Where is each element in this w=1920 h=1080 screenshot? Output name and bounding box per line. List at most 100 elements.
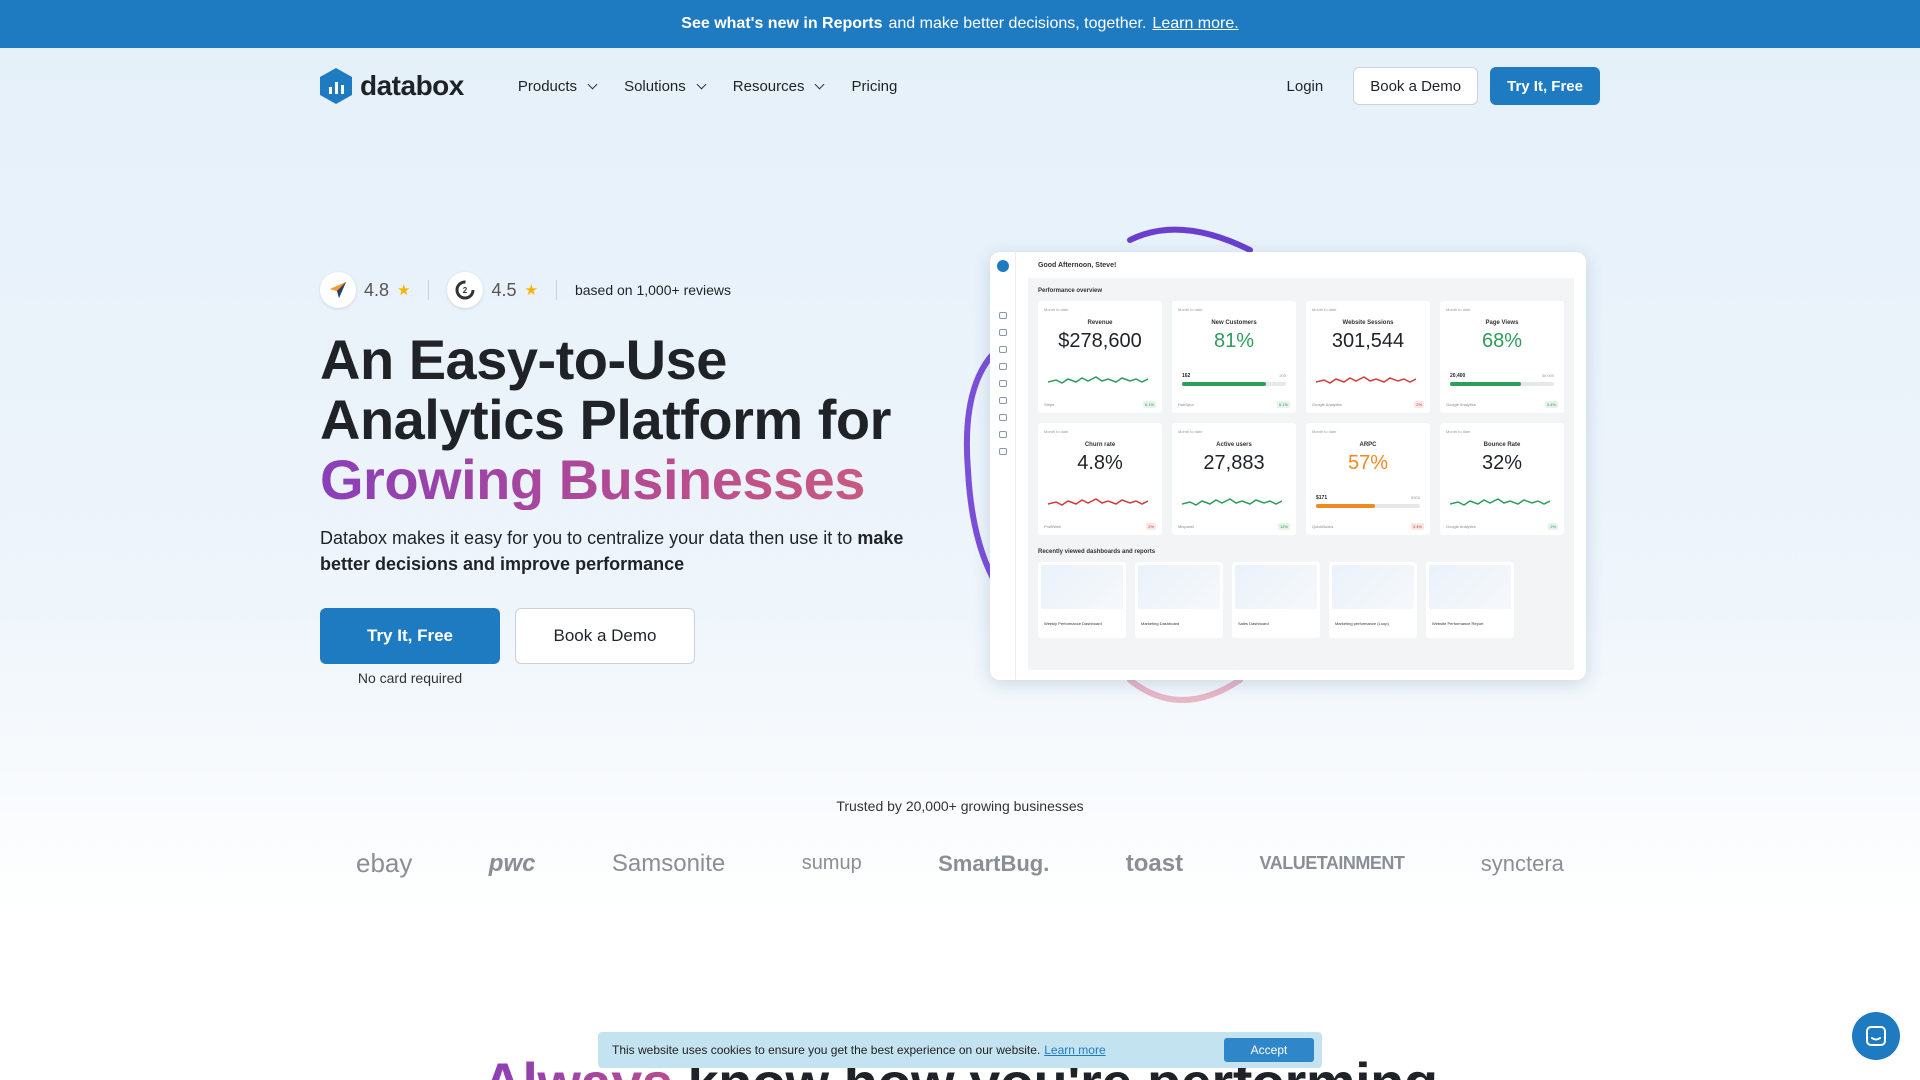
customer-logo-text: toast: [1125, 849, 1184, 877]
thumbnail-image: [1235, 565, 1317, 609]
dashboard-sidebar: [990, 252, 1016, 680]
databox-logo[interactable]: databox: [320, 68, 464, 104]
card-source: Stripe: [1044, 402, 1055, 407]
customer-logo-text: VALUETAINMENT: [1259, 853, 1405, 873]
metric-card[interactable]: Month to date Revenue $278,600 Stripe 6.…: [1038, 301, 1162, 413]
card-name: Active users: [1216, 442, 1252, 448]
menu-products[interactable]: Products: [518, 78, 598, 95]
recent-title: Recently viewed dashboards and reports: [1038, 549, 1156, 555]
metric-card[interactable]: Month to date Active users 27,883 Mixpan…: [1172, 423, 1296, 535]
main-menu: Products Solutions Resources Pricing: [518, 78, 897, 95]
goals-icon: [998, 380, 1007, 387]
card-value: $278,600: [1058, 330, 1142, 352]
nav-try-free-button[interactable]: Try It, Free: [1490, 67, 1600, 105]
dashboard-thumbnail[interactable]: Marketing Dashboard: [1135, 562, 1223, 638]
customer-logo-text: pwc: [488, 849, 536, 877]
card-change-badge: 6.1%: [1142, 401, 1156, 408]
customer-logo: Samsonite: [612, 850, 725, 878]
cookie-learn-more-link[interactable]: Learn more: [1044, 1043, 1105, 1057]
metric-card[interactable]: Month to date New Customers 81% 162 200 …: [1172, 301, 1296, 413]
sparkline: [1048, 376, 1148, 384]
customer-logo-text: ebay: [356, 848, 413, 878]
dashboard-thumbnail[interactable]: Weekly Performance Dashboard: [1038, 562, 1126, 638]
dashboard-thumbnail[interactable]: Sales Dashboard: [1232, 562, 1320, 638]
top-nav: databox Products Solutions Resources Pri…: [320, 66, 1600, 106]
metric-card[interactable]: Month to date ARPC 57% $171 $300 QuickBo…: [1306, 423, 1430, 535]
card-change-badge: 2%: [1414, 401, 1424, 408]
hero-subtitle-plain: Databox makes it easy for you to central…: [320, 528, 853, 548]
login-link[interactable]: Login: [1287, 78, 1324, 95]
metric-card[interactable]: Month to date Churn rate 4.8% ProfitWell…: [1038, 423, 1162, 535]
card-source: QuickBooks: [1312, 524, 1334, 529]
cookie-text: This website uses cookies to ensure you …: [612, 1043, 1041, 1057]
card-period: Month to date: [1044, 307, 1069, 312]
settings-icon: [998, 431, 1007, 438]
performance-overview-title: Performance overview: [1038, 288, 1103, 294]
card-period: Month to date: [1178, 307, 1203, 312]
card-period: Month to date: [1178, 429, 1203, 434]
svg-text:2: 2: [463, 286, 468, 295]
g2-icon: 2: [447, 272, 484, 308]
customer-logo: synctera: [1481, 851, 1564, 877]
menu-pricing[interactable]: Pricing: [851, 78, 897, 95]
sparkline: [1182, 498, 1282, 506]
chevron-down-icon: [696, 79, 707, 89]
card-source: HubSpot: [1178, 402, 1194, 407]
card-change-badge: 12%: [1277, 523, 1290, 530]
g2-rating: 2 4.5 ★: [447, 272, 538, 308]
metric-cards: Month to date Revenue $278,600 Stripe 6.…: [1038, 301, 1564, 535]
card-change-badge: 2%: [1548, 523, 1558, 530]
card-value: 81%: [1213, 330, 1255, 352]
menu-resources-label: Resources: [732, 77, 805, 95]
card-change-badge: 3.4%: [1410, 523, 1424, 530]
customer-logo-text: SmartBug.: [938, 850, 1050, 876]
card-source: Mixpanel: [1178, 524, 1195, 529]
chat-launcher-button[interactable]: [1852, 1012, 1900, 1060]
card-value: 27,883: [1203, 452, 1265, 474]
capterra-rating: 4.8 ★: [320, 272, 410, 308]
thumbnail-image: [1041, 565, 1123, 609]
home-icon: [998, 312, 1007, 319]
card-source: Google Analytics: [1446, 524, 1476, 529]
thumbnail-image: [1332, 565, 1414, 609]
capterra-icon: [320, 272, 356, 308]
chevron-down-icon: [815, 79, 825, 89]
promo-learn-more-link[interactable]: Learn more.: [1152, 15, 1238, 33]
card-name: ARPC: [1359, 442, 1377, 448]
cookie-accept-button[interactable]: Accept: [1224, 1038, 1314, 1062]
progress-bar: [1182, 382, 1286, 386]
menu-resources[interactable]: Resources: [732, 77, 825, 95]
thumbnail-image: [1429, 565, 1511, 609]
dashboard-thumbnail[interactable]: Marketing performance (Loop): [1329, 562, 1417, 638]
metric-card[interactable]: Month to date Website Sessions 301,544 G…: [1306, 301, 1430, 413]
customer-logo: toast: [1126, 850, 1183, 878]
dashboard-body: Performance overview Month to date Reven…: [1028, 278, 1574, 670]
metric-card[interactable]: Month to date Page Views 68% 20,400 30,0…: [1440, 301, 1564, 413]
card-name: New Customers: [1211, 320, 1257, 326]
card-period: Month to date: [1312, 307, 1337, 312]
card-period: Month to date: [1312, 429, 1337, 434]
customer-logo: sumup: [802, 852, 862, 875]
star-icon: ★: [524, 282, 538, 299]
card-name: Page Views: [1485, 320, 1519, 326]
card-change-badge: 3.4%: [1544, 401, 1558, 408]
data-icon: [998, 414, 1007, 421]
card-source: Google Analytics: [1312, 402, 1342, 407]
dashboard-preview: Good Afternoon, Steve! Performance overv…: [990, 252, 1586, 680]
card-period: Month to date: [1044, 429, 1069, 434]
hero-try-free-button[interactable]: Try It, Free: [320, 608, 500, 664]
dashboard-thumbnail[interactable]: Website Performance Report: [1426, 562, 1514, 638]
sparkline: [1450, 498, 1550, 506]
recent-thumbnails: Weekly Performance Dashboard Marketing D…: [1038, 562, 1564, 638]
nav-book-demo-button[interactable]: Book a Demo: [1353, 67, 1479, 105]
hero-book-demo-button[interactable]: Book a Demo: [515, 608, 695, 664]
dashboards-icon: [998, 329, 1007, 336]
thumbnail-title: Marketing performance (Loop): [1335, 621, 1389, 626]
metrics-icon: [998, 363, 1007, 370]
reports-icon: [998, 346, 1007, 353]
metric-card[interactable]: Month to date Bounce Rate 32% Google Ana…: [1440, 423, 1564, 535]
customer-logo-text: Samsonite: [611, 849, 726, 877]
menu-solutions[interactable]: Solutions: [624, 78, 707, 95]
chevron-down-icon: [587, 79, 598, 89]
star-icon: ★: [397, 282, 411, 299]
